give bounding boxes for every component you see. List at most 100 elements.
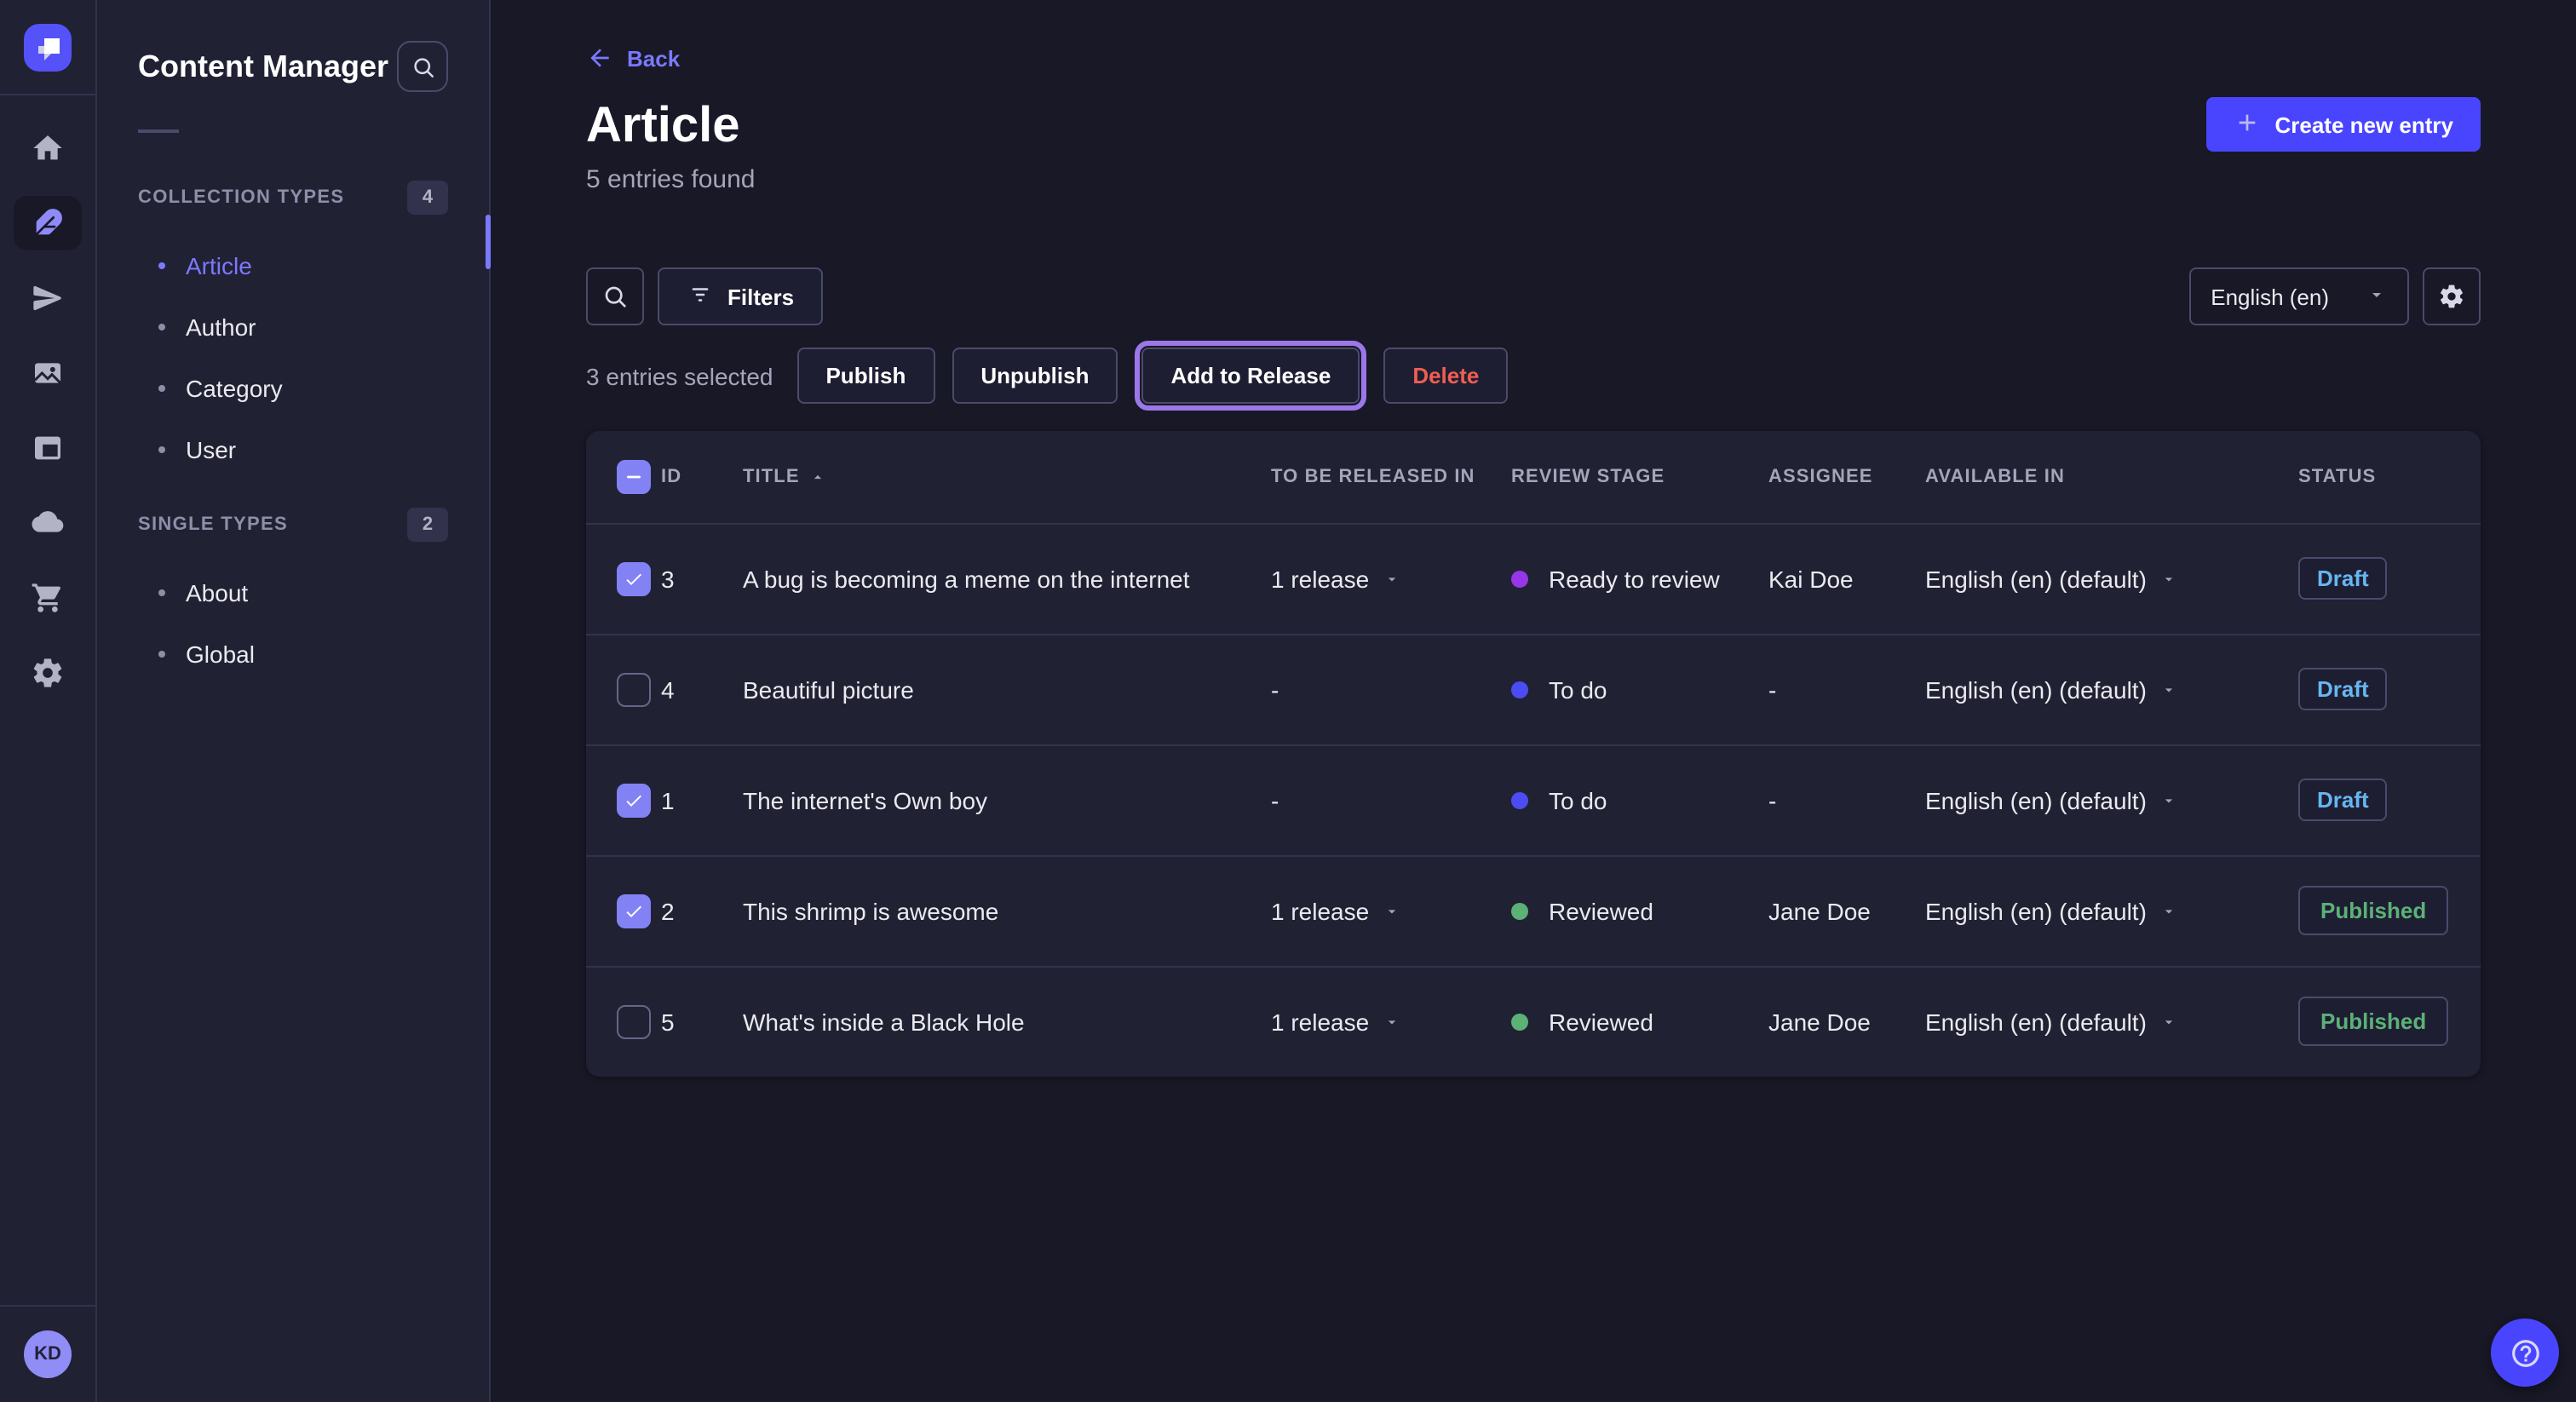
- add-to-release-button[interactable]: Add to Release: [1141, 348, 1360, 404]
- cell-available-in[interactable]: English (en) (default): [1925, 523, 2298, 634]
- user-avatar[interactable]: KD: [24, 1330, 72, 1378]
- sidebar-item-label: About: [186, 579, 248, 606]
- cell-title: What's inside a Black Hole: [743, 966, 1271, 1077]
- filters-button[interactable]: Filters: [658, 267, 823, 325]
- help-button[interactable]: [2491, 1319, 2559, 1387]
- status-badge: Draft: [2298, 668, 2388, 710]
- sidebar-item-article[interactable]: Article: [138, 235, 448, 296]
- entries-count: 5 entries found: [586, 165, 2481, 194]
- column-header-status[interactable]: STATUS: [2298, 431, 2481, 523]
- sidebar-item-label: Article: [186, 252, 252, 279]
- section-label: SINGLE TYPES: [138, 514, 288, 535]
- question-circle-icon: [2509, 1336, 2541, 1369]
- sidebar-item-label: Author: [186, 313, 256, 341]
- settings-icon[interactable]: [14, 646, 82, 700]
- content-manager-icon[interactable]: [14, 196, 82, 250]
- cell-review-stage: Reviewed: [1511, 966, 1768, 1077]
- status-badge: Draft: [2298, 557, 2388, 600]
- table-row[interactable]: 4 Beautiful picture - To do - English (e…: [586, 634, 2481, 744]
- chevron-down-icon: [1383, 897, 1400, 924]
- plus-icon: [2234, 108, 2261, 141]
- releases-icon[interactable]: [14, 271, 82, 325]
- column-header-title[interactable]: TITLE: [743, 467, 827, 487]
- row-checkbox[interactable]: [617, 783, 651, 817]
- media-library-icon[interactable]: [14, 346, 82, 400]
- create-entry-button[interactable]: Create new entry: [2206, 97, 2481, 152]
- unpublish-button[interactable]: Unpublish: [952, 348, 1118, 404]
- row-checkbox[interactable]: [617, 672, 651, 706]
- cell-available-in[interactable]: English (en) (default): [1925, 744, 2298, 855]
- cell-id: 2: [661, 855, 743, 966]
- cell-review-stage: To do: [1511, 744, 1768, 855]
- bullet-icon: [158, 324, 165, 330]
- cloud-deploy-icon[interactable]: [14, 496, 82, 550]
- row-checkbox[interactable]: [617, 1005, 651, 1039]
- table-row[interactable]: 1 The internet's Own boy - To do - Engli…: [586, 744, 2481, 855]
- delete-button[interactable]: Delete: [1383, 348, 1508, 404]
- sidebar-title: Content Manager: [138, 49, 388, 84]
- marketplace-icon[interactable]: [14, 571, 82, 625]
- sidebar-item-about[interactable]: About: [138, 562, 448, 623]
- select-all-checkbox[interactable]: [617, 460, 651, 494]
- entries-table-card: ID TITLE TO BE RELEASED IN REVIEW STAGE …: [586, 431, 2481, 1077]
- chevron-down-icon: [2366, 284, 2387, 309]
- back-link[interactable]: Back: [586, 44, 680, 72]
- cell-release[interactable]: 1 release: [1271, 855, 1511, 966]
- cell-available-in[interactable]: English (en) (default): [1925, 966, 2298, 1077]
- chevron-down-icon: [2160, 897, 2177, 924]
- sidebar-item-label: User: [186, 436, 236, 463]
- view-settings-button[interactable]: [2423, 267, 2481, 325]
- column-header-assignee[interactable]: ASSIGNEE: [1768, 431, 1925, 523]
- toolbar: Filters English (en): [586, 267, 2481, 325]
- column-header-release[interactable]: TO BE RELEASED IN: [1271, 431, 1511, 523]
- selection-count: 3 entries selected: [586, 362, 773, 389]
- single-types-count: 2: [407, 508, 448, 542]
- cell-title: Beautiful picture: [743, 634, 1271, 744]
- column-header-id[interactable]: ID: [661, 431, 743, 523]
- row-checkbox[interactable]: [617, 561, 651, 595]
- sidebar-item-label: Category: [186, 375, 283, 402]
- cell-release[interactable]: 1 release: [1271, 523, 1511, 634]
- table-header-row: ID TITLE TO BE RELEASED IN REVIEW STAGE …: [586, 431, 2481, 523]
- status-badge: Published: [2298, 886, 2448, 935]
- column-header-available[interactable]: AVAILABLE IN: [1925, 431, 2298, 523]
- home-icon[interactable]: [14, 121, 82, 175]
- strapi-logo[interactable]: [24, 23, 72, 71]
- main-content: Back Article Create new entry 5 entries …: [491, 0, 2576, 1402]
- cell-available-in[interactable]: English (en) (default): [1925, 634, 2298, 744]
- sort-asc-icon: [810, 468, 827, 486]
- sidebar-item-category[interactable]: Category: [138, 358, 448, 419]
- strapi-logo-icon: [27, 26, 68, 67]
- cell-available-in[interactable]: English (en) (default): [1925, 855, 2298, 966]
- cell-release[interactable]: -: [1271, 634, 1511, 744]
- content-manager-sidebar: Content Manager COLLECTION TYPES 4 Artic…: [97, 0, 491, 1402]
- cell-release[interactable]: 1 release: [1271, 966, 1511, 1077]
- table-row[interactable]: 2 This shrimp is awesome 1 release Revie…: [586, 855, 2481, 966]
- row-checkbox[interactable]: [617, 893, 651, 928]
- filter-icon: [687, 280, 714, 313]
- stage-dot: [1511, 791, 1528, 808]
- content-type-builder-icon[interactable]: [14, 421, 82, 475]
- publish-button[interactable]: Publish: [796, 348, 934, 404]
- search-button[interactable]: [586, 267, 644, 325]
- table-row[interactable]: 3 A bug is becoming a meme on the intern…: [586, 523, 2481, 634]
- chevron-down-icon: [2160, 675, 2177, 703]
- sidebar-item-global[interactable]: Global: [138, 623, 448, 685]
- bullet-icon: [158, 651, 165, 658]
- locale-select[interactable]: English (en): [2188, 267, 2409, 325]
- chevron-down-icon: [2160, 1008, 2177, 1036]
- sidebar-item-user[interactable]: User: [138, 419, 448, 480]
- cell-assignee: Jane Doe: [1768, 966, 1925, 1077]
- bullet-icon: [158, 262, 165, 269]
- cell-release[interactable]: -: [1271, 744, 1511, 855]
- stage-dot: [1511, 902, 1528, 919]
- sidebar-search-button[interactable]: [397, 41, 448, 92]
- column-header-stage[interactable]: REVIEW STAGE: [1511, 431, 1768, 523]
- table-row[interactable]: 5 What's inside a Black Hole 1 release R…: [586, 966, 2481, 1077]
- nav-rail: KD: [0, 0, 97, 1402]
- cell-id: 1: [661, 744, 743, 855]
- entries-table: ID TITLE TO BE RELEASED IN REVIEW STAGE …: [586, 431, 2481, 1077]
- cell-assignee: Kai Doe: [1768, 523, 1925, 634]
- cell-review-stage: Reviewed: [1511, 855, 1768, 966]
- sidebar-item-author[interactable]: Author: [138, 296, 448, 358]
